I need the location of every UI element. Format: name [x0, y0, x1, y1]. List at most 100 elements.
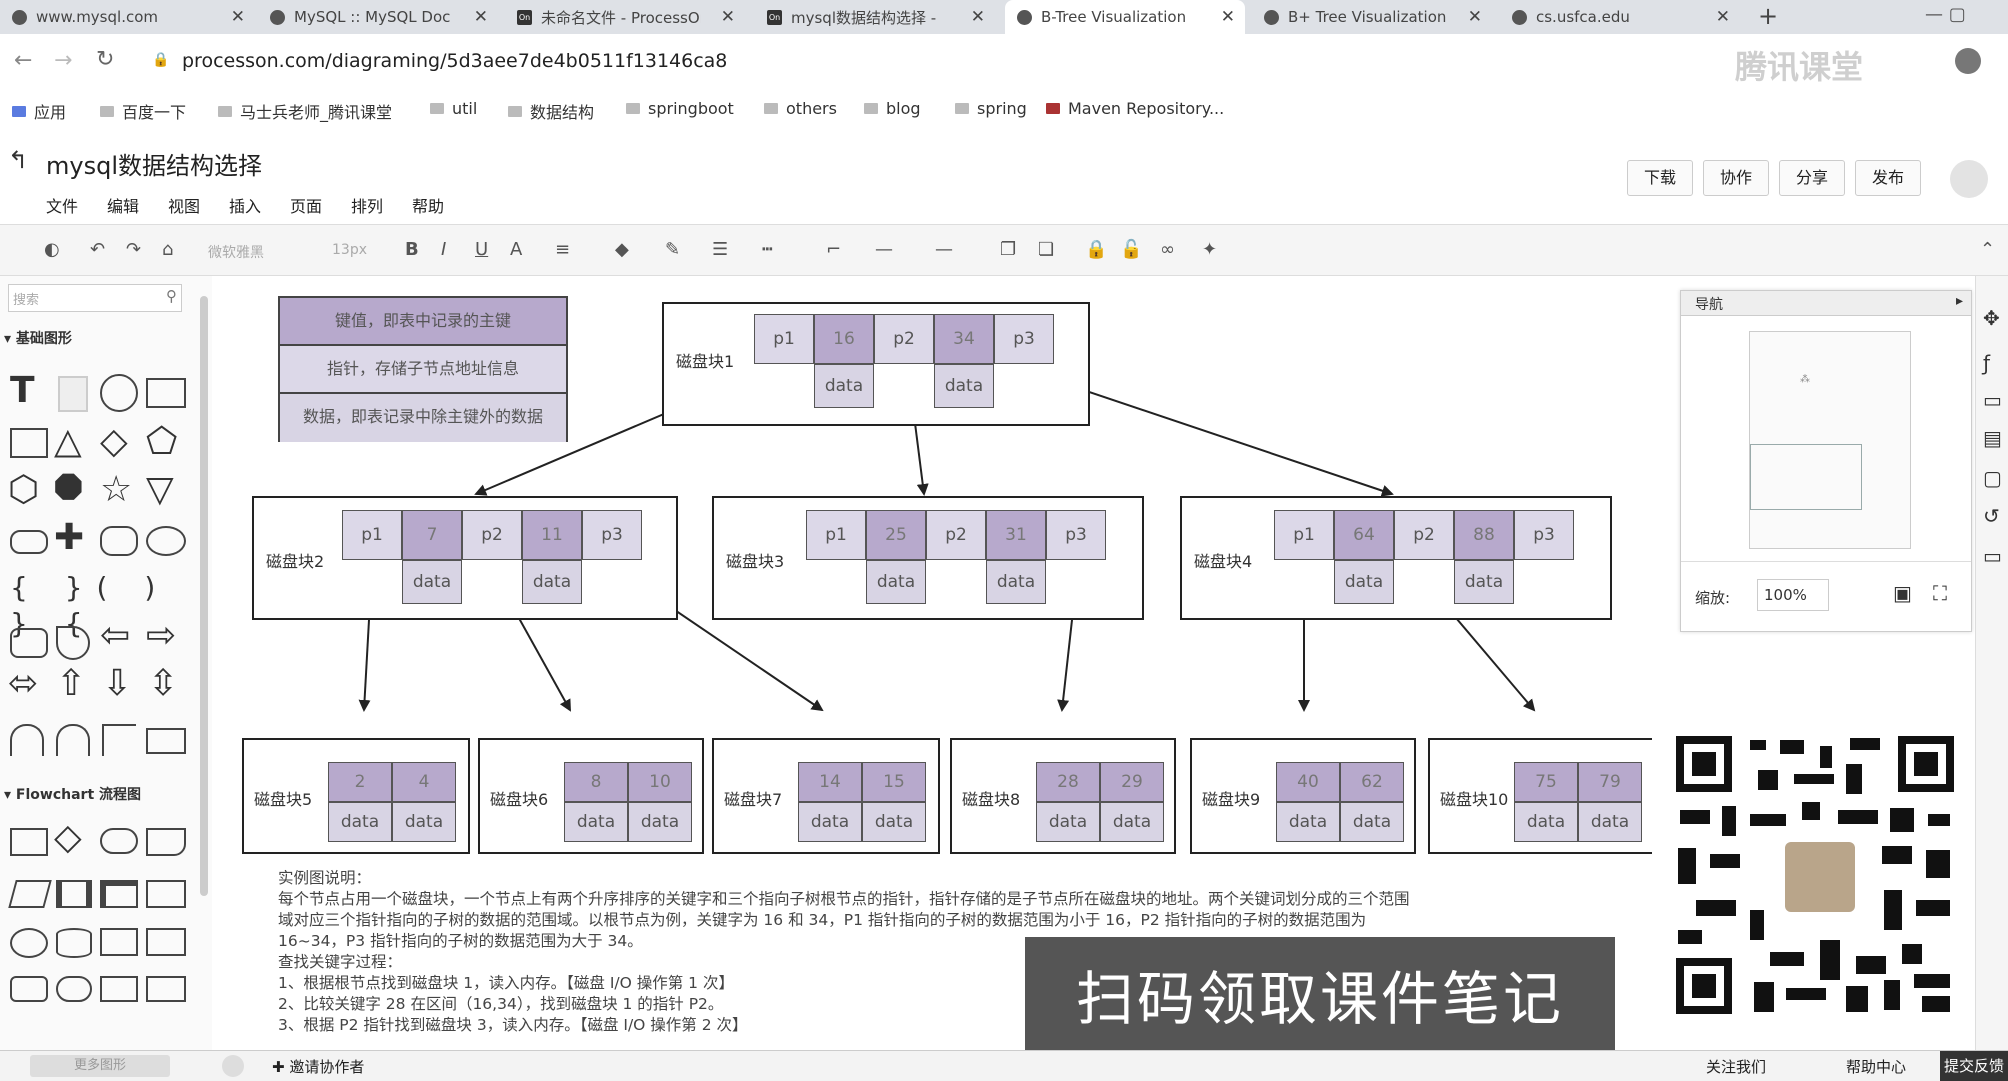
line-color-icon[interactable]: ✎: [665, 239, 680, 260]
browser-tab[interactable]: B+ Tree Visualization ✕: [1252, 0, 1492, 34]
ellipse-shape[interactable]: [146, 526, 186, 556]
up-arrow-shape[interactable]: ⇧: [56, 666, 86, 702]
layers-icon[interactable]: ▤: [1983, 426, 2002, 450]
predefined-shape[interactable]: [56, 880, 92, 908]
invite-collaborator-link[interactable]: ✚ 邀请协作者: [272, 1056, 364, 1077]
circle-shape[interactable]: [100, 374, 138, 412]
disk-block-3[interactable]: 磁盘块3 p1 25 p2 31 p3 data data: [712, 496, 1144, 620]
font-size-select[interactable]: 13px: [332, 242, 367, 258]
disk-block-6[interactable]: 磁盘块6 8 10 data data: [478, 738, 704, 854]
section-basic-shapes[interactable]: ▾ 基础图形: [4, 328, 72, 348]
fill-color-icon[interactable]: ◆: [615, 239, 629, 260]
menu-page[interactable]: 页面: [290, 193, 322, 217]
internal-storage-shape[interactable]: [100, 880, 138, 908]
link-icon[interactable]: ∞: [1160, 239, 1175, 260]
star-shape[interactable]: ☆: [100, 472, 132, 508]
browser-tab[interactable]: cs.usfca.edu ✕: [1500, 0, 1740, 34]
more-shapes-button[interactable]: 更多图形: [30, 1055, 170, 1077]
disk-block-4[interactable]: 磁盘块4 p1 64 p2 88 p3 data data: [1180, 496, 1612, 620]
bookmark-item[interactable]: 马士兵老师_腾讯课堂: [218, 99, 392, 123]
half-circle-shape[interactable]: [56, 626, 90, 660]
underline-icon[interactable]: U: [475, 239, 488, 260]
legend-box[interactable]: 键值，即表中记录的主键 指针，存储子节点地址信息 数据，即表记录中除主键外的数据: [278, 296, 568, 442]
bar-shape[interactable]: [146, 728, 186, 754]
rect-shape[interactable]: [10, 428, 48, 458]
disk-block-7[interactable]: 磁盘块7 14 15 data data: [712, 738, 940, 854]
menu-arrange[interactable]: 排列: [351, 193, 383, 217]
manual-input-shape[interactable]: [146, 880, 186, 908]
viewport-indicator[interactable]: [1750, 444, 1862, 510]
menu-view[interactable]: 视图: [168, 193, 200, 217]
document-title[interactable]: mysql数据结构选择: [46, 146, 262, 181]
bookmark-folder[interactable]: spring: [955, 99, 1027, 118]
collapse-icon[interactable]: ▸: [1956, 293, 1963, 309]
bookmark-folder[interactable]: blog: [864, 99, 921, 118]
arch2-shape[interactable]: [56, 724, 90, 756]
flow-shape[interactable]: [56, 976, 92, 1002]
attribute-icon[interactable]: ▢: [1983, 466, 2002, 490]
download-button[interactable]: 下载: [1627, 160, 1693, 196]
triangle-shape[interactable]: △: [54, 424, 82, 460]
connector-shape[interactable]: [10, 928, 48, 958]
italic-icon[interactable]: I: [441, 239, 446, 260]
vertical-arrow-shape[interactable]: ⇳: [148, 666, 178, 702]
align-icon[interactable]: ≡: [555, 239, 570, 260]
flow-shape[interactable]: [10, 976, 48, 1002]
bookmark-folder[interactable]: springboot: [626, 99, 734, 118]
pentagon-shape[interactable]: ⬠: [146, 424, 177, 460]
help-center-link[interactable]: 帮助中心: [1846, 1056, 1906, 1077]
zoom-input[interactable]: 100%: [1757, 579, 1829, 611]
down-arrow-shape[interactable]: ⇩: [102, 666, 132, 702]
process-shape[interactable]: [10, 828, 48, 856]
disk-block-5[interactable]: 磁盘块5 2 4 data data: [242, 738, 470, 854]
menu-insert[interactable]: 插入: [229, 193, 261, 217]
browser-tab[interactable]: On mysql数据结构选择 - ✕: [755, 0, 995, 34]
document-shape[interactable]: [146, 828, 186, 856]
comment-icon[interactable]: ▭: [1983, 544, 2002, 568]
note-shape[interactable]: [58, 376, 88, 412]
back-icon[interactable]: ←: [14, 48, 32, 73]
close-tab-icon[interactable]: ✕: [1221, 7, 1235, 27]
tape-shape[interactable]: [146, 928, 186, 956]
corner-shape[interactable]: [102, 724, 136, 756]
cross-shape[interactable]: ✚: [54, 520, 84, 556]
flow-shape[interactable]: [146, 976, 186, 1002]
right-arrow-shape[interactable]: ⇨: [146, 618, 176, 654]
disk-block-1[interactable]: 磁盘块1 p1 16 p2 34 p3 data data: [662, 302, 1090, 426]
fit-screen-icon[interactable]: ⛶: [1933, 581, 1947, 605]
cylinder-shape[interactable]: [56, 928, 92, 958]
history-icon[interactable]: ↺: [1983, 504, 2000, 528]
search-icon[interactable]: ⚲: [166, 287, 177, 305]
close-tab-icon[interactable]: ✕: [231, 7, 245, 27]
close-tab-icon[interactable]: ✕: [1716, 7, 1730, 27]
card-shape[interactable]: [100, 928, 138, 956]
new-tab-button[interactable]: +: [1758, 2, 1778, 30]
format-painter-icon[interactable]: ⌂: [162, 239, 173, 260]
lock-icon[interactable]: 🔒: [1085, 239, 1107, 260]
rounded-rect-shape[interactable]: [10, 628, 48, 658]
line-width-icon[interactable]: ☰: [712, 239, 728, 260]
navigator-thumbnail[interactable]: ⁂: [1749, 331, 1911, 549]
close-tab-icon[interactable]: ✕: [971, 7, 985, 27]
url-text[interactable]: processon.com/diagraming/5d3aee7de4b0511…: [182, 50, 727, 72]
panel-scrollbar[interactable]: [200, 296, 208, 896]
undo-icon[interactable]: ↶: [90, 239, 105, 260]
terminator-shape[interactable]: [100, 828, 138, 854]
menu-file[interactable]: 文件: [46, 193, 78, 217]
navigator-icon[interactable]: ✥: [1983, 306, 2000, 330]
profile-icon[interactable]: [1955, 48, 1981, 74]
octagon-shape[interactable]: ⯃: [54, 472, 83, 508]
shape-search-input[interactable]: 搜索 ⚲: [8, 284, 182, 312]
bookmark-folder[interactable]: util: [430, 99, 477, 118]
browser-tab-active[interactable]: B-Tree Visualization ✕: [1005, 0, 1245, 34]
unlock-icon[interactable]: 🔓: [1120, 239, 1142, 260]
format-icon[interactable]: ƒ: [1983, 351, 1990, 375]
font-color-icon[interactable]: A: [510, 239, 522, 260]
arch-shape[interactable]: [10, 724, 44, 756]
window-controls[interactable]: — ▢: [1925, 4, 1966, 25]
collaborate-button[interactable]: 协作: [1703, 160, 1769, 196]
style-icon[interactable]: ◐: [44, 239, 60, 260]
browser-tab[interactable]: MySQL :: MySQL Doc ✕: [258, 0, 498, 34]
data-shape[interactable]: [8, 880, 52, 908]
bring-front-icon[interactable]: ❐: [1000, 239, 1016, 260]
